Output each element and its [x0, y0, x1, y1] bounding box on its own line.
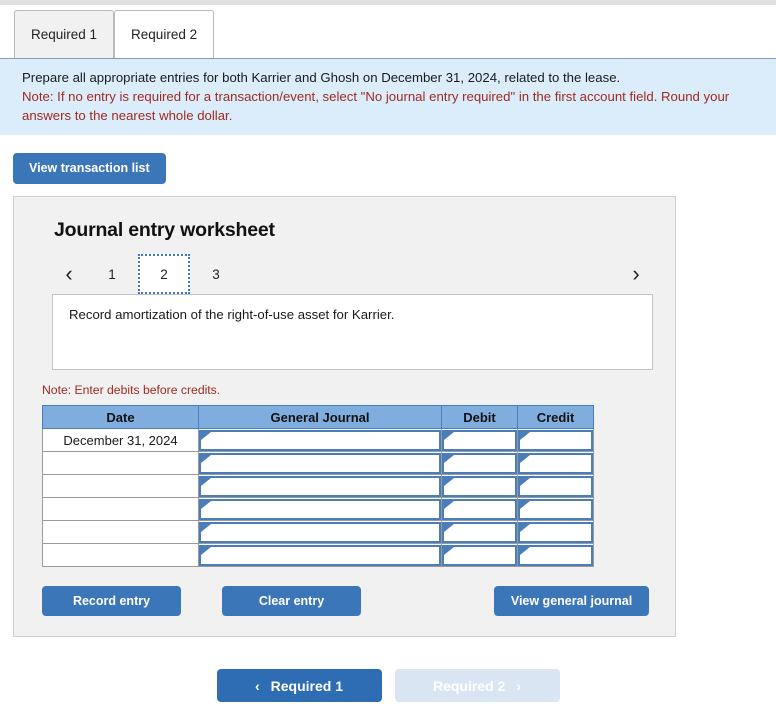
credit-input-5[interactable]: [518, 521, 593, 543]
general-journal-input-1[interactable]: [199, 429, 441, 451]
credit-input-2[interactable]: [518, 452, 593, 474]
table-row: [42, 543, 594, 567]
debit-input-5[interactable]: [442, 521, 517, 543]
nav-next-label: Required 2: [432, 677, 506, 694]
chevron-left-icon: ‹: [254, 677, 260, 694]
cell-credit-4[interactable]: [517, 497, 594, 521]
instructions-line-2: Note: If no entry is required for a tran…: [22, 89, 730, 123]
debit-input-4[interactable]: [442, 498, 517, 520]
pager-page-2[interactable]: 2: [138, 254, 190, 294]
table-row: [42, 497, 594, 521]
table-row: [42, 520, 594, 544]
general-journal-input-2[interactable]: [199, 452, 441, 474]
pager-next-icon[interactable]: ›: [619, 263, 653, 285]
column-header-debit: Debit: [441, 405, 518, 429]
cell-general-journal-4[interactable]: [198, 497, 442, 521]
nav-prev-required-1-button[interactable]: ‹ Required 1: [216, 669, 382, 702]
column-header-general-journal: General Journal: [198, 405, 442, 429]
cell-debit-1[interactable]: [441, 428, 518, 452]
view-general-journal-button[interactable]: View general journal: [494, 586, 649, 616]
tab-bar: Required 1 Required 2: [0, 5, 776, 58]
debit-input-3[interactable]: [442, 475, 517, 497]
table-row: [42, 451, 594, 475]
cell-debit-5[interactable]: [441, 520, 518, 544]
tab-required-1[interactable]: Required 1: [14, 10, 115, 58]
tab-required-2[interactable]: Required 2: [114, 10, 215, 58]
journal-entry-table: Date General Journal Debit Credit Decemb…: [42, 405, 594, 567]
credit-input-6[interactable]: [518, 544, 593, 566]
cell-date-6: [42, 543, 199, 567]
nav-prev-label: Required 1: [270, 677, 344, 694]
column-header-date: Date: [42, 405, 199, 429]
cell-credit-1[interactable]: [517, 428, 594, 452]
cell-general-journal-2[interactable]: [198, 451, 442, 475]
worksheet-action-buttons: Record entry Clear entry View general jo…: [42, 586, 649, 616]
cell-debit-4[interactable]: [441, 497, 518, 521]
chevron-right-icon: ›: [516, 677, 522, 694]
credit-input-3[interactable]: [518, 475, 593, 497]
cell-date-4: [42, 497, 199, 521]
worksheet-title: Journal entry worksheet: [54, 219, 275, 241]
general-journal-input-3[interactable]: [199, 475, 441, 497]
pager-page-1[interactable]: 1: [86, 254, 138, 294]
cell-credit-2[interactable]: [517, 451, 594, 475]
nav-next-required-2-button: Required 2 ›: [394, 669, 560, 702]
debit-input-2[interactable]: [442, 452, 517, 474]
cell-general-journal-6[interactable]: [198, 543, 442, 567]
cell-general-journal-3[interactable]: [198, 474, 442, 498]
tab-required-1-label: Required 1: [31, 27, 98, 42]
table-row: [42, 474, 594, 498]
worksheet-pager: ‹ 1 2 3 ›: [52, 254, 653, 294]
cell-debit-2[interactable]: [441, 451, 518, 475]
cell-debit-3[interactable]: [441, 474, 518, 498]
debit-input-6[interactable]: [442, 544, 517, 566]
cell-credit-3[interactable]: [517, 474, 594, 498]
cell-credit-6[interactable]: [517, 543, 594, 567]
view-transaction-list-button[interactable]: View transaction list: [13, 153, 166, 184]
journal-entry-worksheet-panel: Journal entry worksheet ‹ 1 2 3 › Record…: [13, 196, 676, 637]
pager-page-3[interactable]: 3: [190, 254, 242, 294]
transaction-description-box: Record amortization of the right-of-use …: [52, 294, 653, 370]
view-transaction-list-row: View transaction list: [0, 135, 776, 184]
table-header-row: Date General Journal Debit Credit: [42, 405, 594, 429]
instructions-line-1: Prepare all appropriate entries for both…: [22, 70, 621, 85]
cell-credit-5[interactable]: [517, 520, 594, 544]
tab-required-2-label: Required 2: [131, 27, 198, 42]
credit-input-1[interactable]: [518, 429, 593, 451]
transaction-description-text: Record amortization of the right-of-use …: [69, 307, 395, 322]
instructions-panel: Prepare all appropriate entries for both…: [0, 58, 776, 135]
table-row: December 31, 2024: [42, 428, 594, 452]
clear-entry-button[interactable]: Clear entry: [222, 586, 361, 616]
cell-general-journal-5[interactable]: [198, 520, 442, 544]
cell-date-2: [42, 451, 199, 475]
cell-general-journal-1[interactable]: [198, 428, 442, 452]
debit-input-1[interactable]: [442, 429, 517, 451]
general-journal-input-4[interactable]: [199, 498, 441, 520]
cell-date-5: [42, 520, 199, 544]
bottom-navigation: ‹ Required 1 Required 2 ›: [0, 669, 776, 702]
column-header-credit: Credit: [517, 405, 594, 429]
cell-date-1: December 31, 2024: [42, 428, 199, 452]
general-journal-input-6[interactable]: [199, 544, 441, 566]
cell-debit-6[interactable]: [441, 543, 518, 567]
general-journal-input-5[interactable]: [199, 521, 441, 543]
debits-before-credits-note: Note: Enter debits before credits.: [42, 383, 221, 397]
credit-input-4[interactable]: [518, 498, 593, 520]
cell-date-3: [42, 474, 199, 498]
pager-prev-icon[interactable]: ‹: [52, 263, 86, 285]
record-entry-button[interactable]: Record entry: [42, 586, 181, 616]
